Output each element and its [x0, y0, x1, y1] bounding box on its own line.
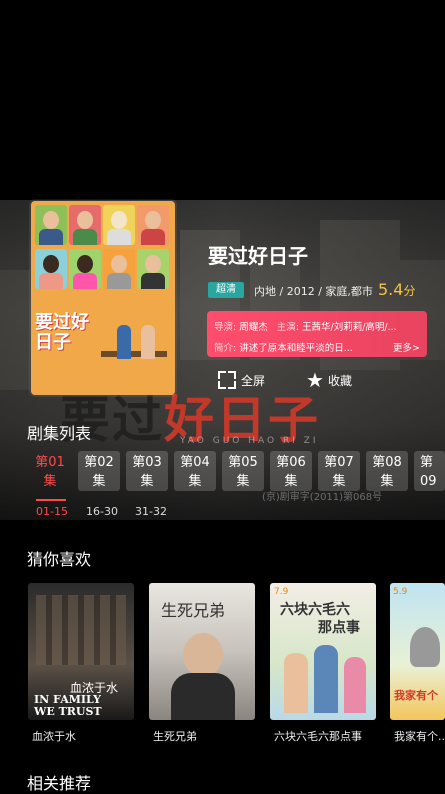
poster-figure — [117, 325, 131, 359]
episode-active-indicator — [36, 499, 66, 501]
episode-section-title: 剧集列表 — [27, 424, 92, 443]
recommend-card-title: 六块六毛六那点事 — [274, 730, 362, 743]
director-value: 周耀杰 — [239, 322, 268, 333]
poster-cast-art — [36, 595, 126, 665]
poster-text: 生死兄弟 — [161, 601, 226, 620]
quality-badge: 超清 — [208, 282, 244, 298]
poster-face-art — [183, 633, 223, 677]
poster-character-art — [410, 627, 440, 667]
show-title: 要过好日子 — [208, 244, 308, 268]
rating-value: 5.4 — [378, 280, 404, 299]
cast-label: 主演: — [276, 322, 299, 333]
episode-item[interactable]: 第09集 — [414, 451, 445, 491]
poster-text: WE TRUST — [34, 705, 102, 718]
poster-text: 我家有个 — [394, 689, 438, 702]
show-rating: 5.4分 — [378, 280, 415, 299]
episode-item[interactable]: 第02 集 — [78, 451, 120, 491]
recommend-card-title: 血浓于水 — [32, 730, 76, 743]
poster-face — [137, 205, 169, 245]
poster-face — [137, 249, 169, 289]
fullscreen-icon — [218, 371, 236, 389]
episode-number: 第05 — [228, 455, 258, 470]
background-pinyin: YAO GUO HAO RI ZI — [180, 436, 319, 446]
recommend-card[interactable]: 7.9 六块六毛六 那点事 — [270, 583, 376, 720]
recommend-card[interactable]: 5.9 我家有个 — [390, 583, 445, 720]
episode-unit: 集 — [188, 474, 202, 489]
poster-rating: 7.9 — [274, 587, 289, 597]
poster-figure — [344, 657, 366, 713]
episode-number: 第03 — [132, 455, 162, 470]
poster-bench — [101, 351, 167, 357]
poster-face — [35, 205, 67, 245]
episode-item[interactable]: 第04 集 — [174, 451, 216, 491]
episode-range-tab[interactable]: 16-30 — [86, 505, 118, 518]
episode-number: 第04 — [180, 455, 210, 470]
episode-item[interactable]: 第08 集 — [366, 451, 408, 491]
episode-unit: 集 — [332, 474, 346, 489]
credits-row: 导演: 周耀杰 主演: 王茜华/刘莉莉/高明/... — [214, 319, 397, 333]
episode-number: 第09 — [420, 455, 437, 489]
recommend-card-title: 我家有个... — [394, 730, 445, 743]
episode-range-tab[interactable]: 01-15 — [36, 505, 68, 518]
poster-text: 那点事 — [318, 620, 360, 636]
poster-title-art: 要过好日子 — [35, 312, 89, 353]
fullscreen-label: 全屏 — [241, 373, 266, 388]
episode-number: 第08 — [372, 455, 402, 470]
recommend-card[interactable]: 血浓于水 IN FAMILY WE TRUST — [28, 583, 134, 720]
poster-face — [103, 249, 135, 289]
episode-unit: 集 — [140, 474, 154, 489]
episode-unit: 集 — [92, 474, 106, 489]
poster-text: 六块六毛六 — [280, 602, 350, 618]
synopsis-row: 简介: 讲述了原本和睦平淡的日... — [214, 340, 353, 354]
poster-figure — [284, 653, 308, 713]
favorite-button[interactable]: ★ 收藏 — [306, 370, 352, 390]
episode-number: 第02 — [84, 455, 114, 470]
info-box[interactable]: 导演: 周耀杰 主演: 王茜华/刘莉莉/高明/... 简介: 讲述了原本和睦平淡… — [207, 311, 427, 357]
poster-face — [69, 249, 101, 289]
episode-number: 第06 — [276, 455, 306, 470]
episode-range-tab[interactable]: 31-32 — [135, 505, 167, 518]
synopsis-value: 讲述了原本和睦平淡的日... — [239, 343, 353, 354]
director-label: 导演: — [214, 322, 237, 333]
episode-unit: 集 — [43, 474, 57, 489]
related-section-title: 相关推荐 — [27, 774, 92, 793]
star-icon: ★ — [306, 368, 324, 392]
episode-item[interactable]: 第06 集 — [270, 451, 312, 491]
episode-item[interactable]: 第01 集 — [29, 451, 71, 491]
episode-item[interactable]: 第05 集 — [222, 451, 264, 491]
poster-face — [35, 249, 67, 289]
show-poster[interactable]: 要过好日子 — [31, 201, 175, 395]
episode-number: 第01 — [35, 455, 65, 470]
fullscreen-button[interactable]: 全屏 — [218, 370, 265, 390]
show-meta: 内地 / 2012 / 家庭,都市 — [254, 285, 373, 298]
cast-value: 王茜华/刘莉莉/高明/... — [302, 322, 397, 333]
episode-item[interactable]: 第03 集 — [126, 451, 168, 491]
poster-rating: 5.9 — [393, 587, 408, 597]
rating-unit: 分 — [403, 284, 416, 298]
poster-face — [69, 205, 101, 245]
synopsis-label: 简介: — [214, 343, 237, 354]
more-button[interactable]: 更多> — [393, 340, 420, 354]
poster-body-art — [171, 673, 235, 720]
recommend-card[interactable]: 生死兄弟 — [149, 583, 255, 720]
favorite-label: 收藏 — [327, 373, 352, 388]
episode-unit: 集 — [380, 474, 394, 489]
episode-unit: 集 — [236, 474, 250, 489]
recommend-card-title: 生死兄弟 — [153, 730, 197, 743]
episode-item[interactable]: 第07 集 — [318, 451, 360, 491]
guess-section-title: 猜你喜欢 — [27, 550, 92, 569]
poster-figure — [141, 325, 155, 359]
poster-figure — [314, 645, 338, 713]
poster-face — [103, 205, 135, 245]
episode-number: 第07 — [324, 455, 354, 470]
episode-unit: 集 — [284, 474, 298, 489]
